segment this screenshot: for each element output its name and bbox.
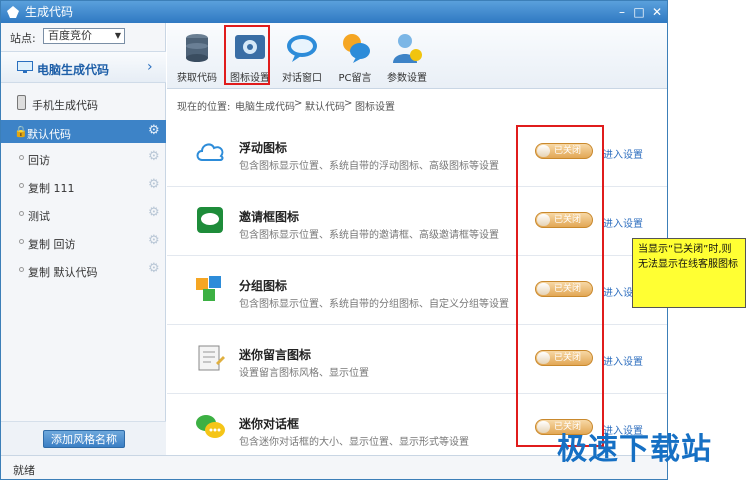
minimize-icon[interactable]: – [614, 4, 630, 20]
row-desc: 设置留言图标风格、显示位置 [239, 368, 369, 379]
tool-pc-message[interactable]: PC留言 [330, 27, 380, 87]
gear-icon[interactable]: ⚙ [148, 149, 160, 164]
gear-icon[interactable]: ⚙ [148, 205, 160, 220]
phone-icon [17, 95, 26, 110]
group-cubes-icon [196, 276, 221, 301]
bullet-icon [19, 267, 24, 272]
row-desc: 包含图标显示位置、系统自带的分组图标、自定义分组等设置 [239, 299, 509, 310]
site-label: 站点: [10, 32, 36, 45]
gear-icon[interactable]: ⚙ [148, 261, 160, 276]
gear-icon[interactable]: ⚙ [148, 177, 160, 192]
site-select[interactable]: 百度竞价 ▼ [43, 28, 125, 44]
app-icon [7, 6, 19, 18]
row-desc: 包含图标显示位置、系统自带的浮动图标、高级图标等设置 [239, 161, 499, 172]
row-title: 迷你留言图标 [239, 348, 312, 362]
enter-settings-link[interactable]: 进入设置 [603, 215, 643, 230]
row-title: 分组图标 [239, 279, 288, 293]
tool-chat-window[interactable]: 对话窗口 [277, 27, 327, 87]
highlight-box-toggles [516, 125, 604, 447]
style-item[interactable]: 复制 回访 ⚙ [1, 231, 166, 253]
chat-window-icon [287, 35, 317, 62]
breadcrumb-item[interactable]: 电脑生成代码 [235, 98, 295, 113]
style-item-default[interactable]: 🔒 默认代码 ⚙ [1, 120, 166, 143]
sidebar-footer: 添加风格名称 [1, 421, 166, 455]
sidebar: 站点: 百度竞价 ▼ 电脑生成代码 › 手机生成代码 🔒 默认代码 ⚙ 回访 ⚙ 复… [1, 23, 166, 455]
database-icon [186, 34, 208, 62]
style-item-label: 复制 默认代码 [28, 266, 98, 279]
chevron-down-icon: ▼ [114, 31, 121, 40]
nav-mobile-label: 手机生成代码 [32, 99, 98, 112]
row-desc: 包含图标显示位置、系统自带的邀请框、高级邀请框等设置 [239, 230, 499, 241]
style-item-label: 复制 回访 [28, 238, 76, 251]
nav-mobile-code[interactable]: 手机生成代码 [1, 89, 166, 117]
add-style-button[interactable]: 添加风格名称 [43, 430, 125, 448]
chevron-right-icon: › [147, 59, 153, 75]
lock-icon: 🔒 [14, 125, 28, 138]
maximize-icon[interactable]: □ [631, 4, 647, 20]
row-title: 浮动图标 [239, 141, 288, 155]
tool-param-settings[interactable]: 参数设置 [382, 27, 432, 87]
tool-label: 获取代码 [177, 73, 217, 84]
window-title: 生成代码 [25, 5, 74, 19]
monitor-icon [17, 61, 33, 73]
bullet-icon [19, 155, 24, 160]
invite-icon [197, 207, 223, 233]
tool-label: 对话窗口 [282, 73, 322, 84]
callout-note: 当显示“已关闭”时,则无法显示在线客服图标 [632, 238, 746, 308]
tool-get-code[interactable]: 获取代码 [172, 27, 222, 87]
style-item-label: 测试 [28, 210, 50, 223]
site-select-value: 百度竞价 [48, 29, 92, 42]
breadcrumb: 现在的位置: 电脑生成代码 > 默认代码 > 图标设置 [167, 91, 667, 117]
style-item[interactable]: 复制 111 ⚙ [1, 175, 166, 197]
note-icon [198, 345, 225, 371]
style-item-label: 复制 111 [28, 182, 75, 195]
row-title: 邀请框图标 [239, 210, 300, 224]
style-item[interactable]: 回访 ⚙ [1, 147, 166, 169]
status-text: 就绪 [13, 464, 35, 477]
breadcrumb-prefix: 现在的位置: [177, 102, 231, 113]
breadcrumb-sep: > [344, 98, 353, 109]
bullet-icon [19, 211, 24, 216]
user-settings-icon [393, 34, 422, 63]
tool-label: 参数设置 [387, 73, 427, 84]
breadcrumb-item: 图标设置 [355, 102, 395, 113]
cloud-icon [196, 143, 224, 161]
bullet-icon [19, 239, 24, 244]
nav-pc-label: 电脑生成代码 [37, 63, 110, 77]
gear-icon[interactable]: ⚙ [148, 233, 160, 248]
style-item[interactable]: 复制 默认代码 ⚙ [1, 259, 166, 281]
row-desc: 包含迷你对话框的大小、显示位置、显示形式等设置 [239, 437, 469, 448]
enter-settings-link[interactable]: 进入设置 [603, 353, 643, 368]
pc-message-icon [343, 34, 370, 63]
highlight-box-toolbar [224, 25, 270, 85]
watermark: 极速下载站 [557, 432, 712, 467]
style-item[interactable]: 测试 ⚙ [1, 203, 166, 225]
breadcrumb-sep: > [294, 98, 303, 109]
style-default-label: 默认代码 [27, 128, 71, 141]
row-title: 迷你对话框 [239, 417, 300, 431]
title-bar: 生成代码 – □ ✕ [1, 1, 667, 23]
mini-chat-icon [196, 415, 225, 438]
close-icon[interactable]: ✕ [649, 4, 665, 20]
bullet-icon [19, 183, 24, 188]
gear-icon[interactable]: ⚙ [148, 123, 160, 138]
site-row: 站点: 百度竞价 ▼ [1, 23, 166, 50]
nav-pc-code[interactable]: 电脑生成代码 › [1, 51, 166, 83]
style-item-label: 回访 [28, 154, 50, 167]
enter-settings-link[interactable]: 进入设置 [603, 146, 643, 161]
tool-label: PC留言 [338, 73, 372, 84]
breadcrumb-item[interactable]: 默认代码 [305, 98, 345, 113]
